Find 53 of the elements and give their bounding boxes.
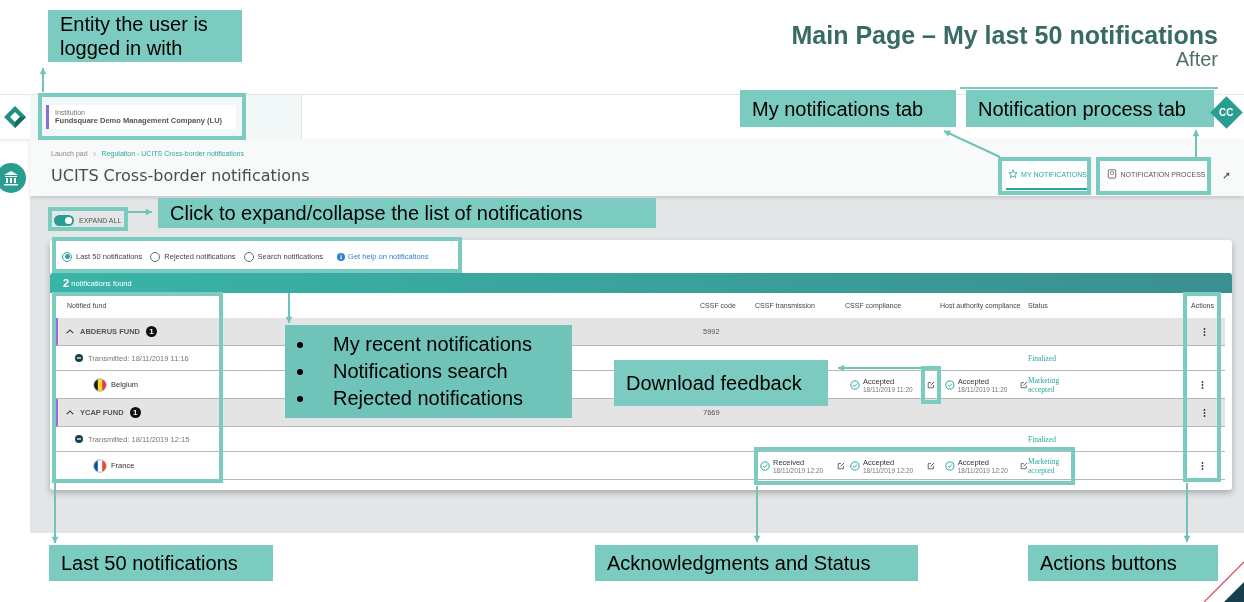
bank-icon[interactable]	[0, 163, 26, 193]
annotation-tooltip: Acknowledgments and Status	[595, 545, 918, 581]
chevron-icon[interactable]	[66, 329, 74, 334]
edit-icon[interactable]	[927, 461, 935, 470]
chevron-icon[interactable]	[66, 410, 74, 415]
page-title: UCITS Cross-border notifications	[51, 166, 310, 185]
more-icon[interactable]	[1201, 460, 1204, 471]
highlight-frame	[921, 366, 941, 404]
check-icon	[760, 460, 770, 471]
check-icon	[945, 460, 955, 471]
arrow	[127, 208, 153, 216]
collapse-icon[interactable]	[75, 435, 83, 443]
annotation-tooltip: Click to expand/collapse the list of notifications	[158, 198, 656, 228]
annotation-tooltip: My notifications tab	[740, 90, 956, 127]
check-icon	[850, 379, 860, 390]
radio-button[interactable]	[243, 251, 254, 262]
more-icon[interactable]	[1202, 407, 1206, 418]
count-badge: 1	[129, 407, 141, 418]
callout-item: Notifications search	[333, 359, 508, 384]
annotation-tooltip: Notification process tab	[966, 90, 1214, 127]
chevron-icon	[92, 150, 97, 157]
edit-icon[interactable]	[1020, 461, 1028, 470]
check-icon	[850, 460, 860, 471]
annotation-tooltip: Last 50 notifications	[49, 545, 273, 581]
info-icon	[337, 252, 346, 261]
more-icon[interactable]	[1202, 326, 1206, 337]
more-icon[interactable]	[1201, 379, 1204, 390]
flag-icon	[93, 377, 107, 392]
radio-button[interactable]	[62, 251, 72, 262]
radio-button[interactable]	[150, 251, 161, 262]
arrow	[51, 482, 59, 544]
edit-icon[interactable]	[837, 461, 845, 470]
flag-icon	[93, 458, 107, 473]
expand-toggle[interactable]	[54, 214, 74, 226]
star-icon	[1008, 169, 1019, 179]
arrow	[39, 67, 47, 93]
arrow	[753, 485, 761, 543]
edit-icon[interactable]	[927, 380, 935, 389]
annotation-tooltip: Entity the user is logged in with	[48, 10, 242, 62]
logo-icon	[3, 105, 27, 129]
annotation-tooltip: Actions buttons	[1028, 545, 1218, 581]
annotation-tooltip: Download feedback	[614, 360, 828, 406]
slide-title: Main Page – My last 50 notifications	[791, 20, 1218, 50]
arrow	[1192, 129, 1200, 158]
collapse-icon[interactable]	[75, 354, 83, 362]
edit-icon[interactable]	[1020, 380, 1028, 389]
arrow	[943, 130, 1001, 158]
arrow	[1183, 482, 1191, 543]
arrow	[285, 292, 293, 324]
book-icon	[1107, 169, 1118, 179]
slide-subtitle: After	[1175, 50, 1218, 68]
check-icon	[945, 379, 955, 390]
count-badge: 1	[146, 326, 157, 337]
